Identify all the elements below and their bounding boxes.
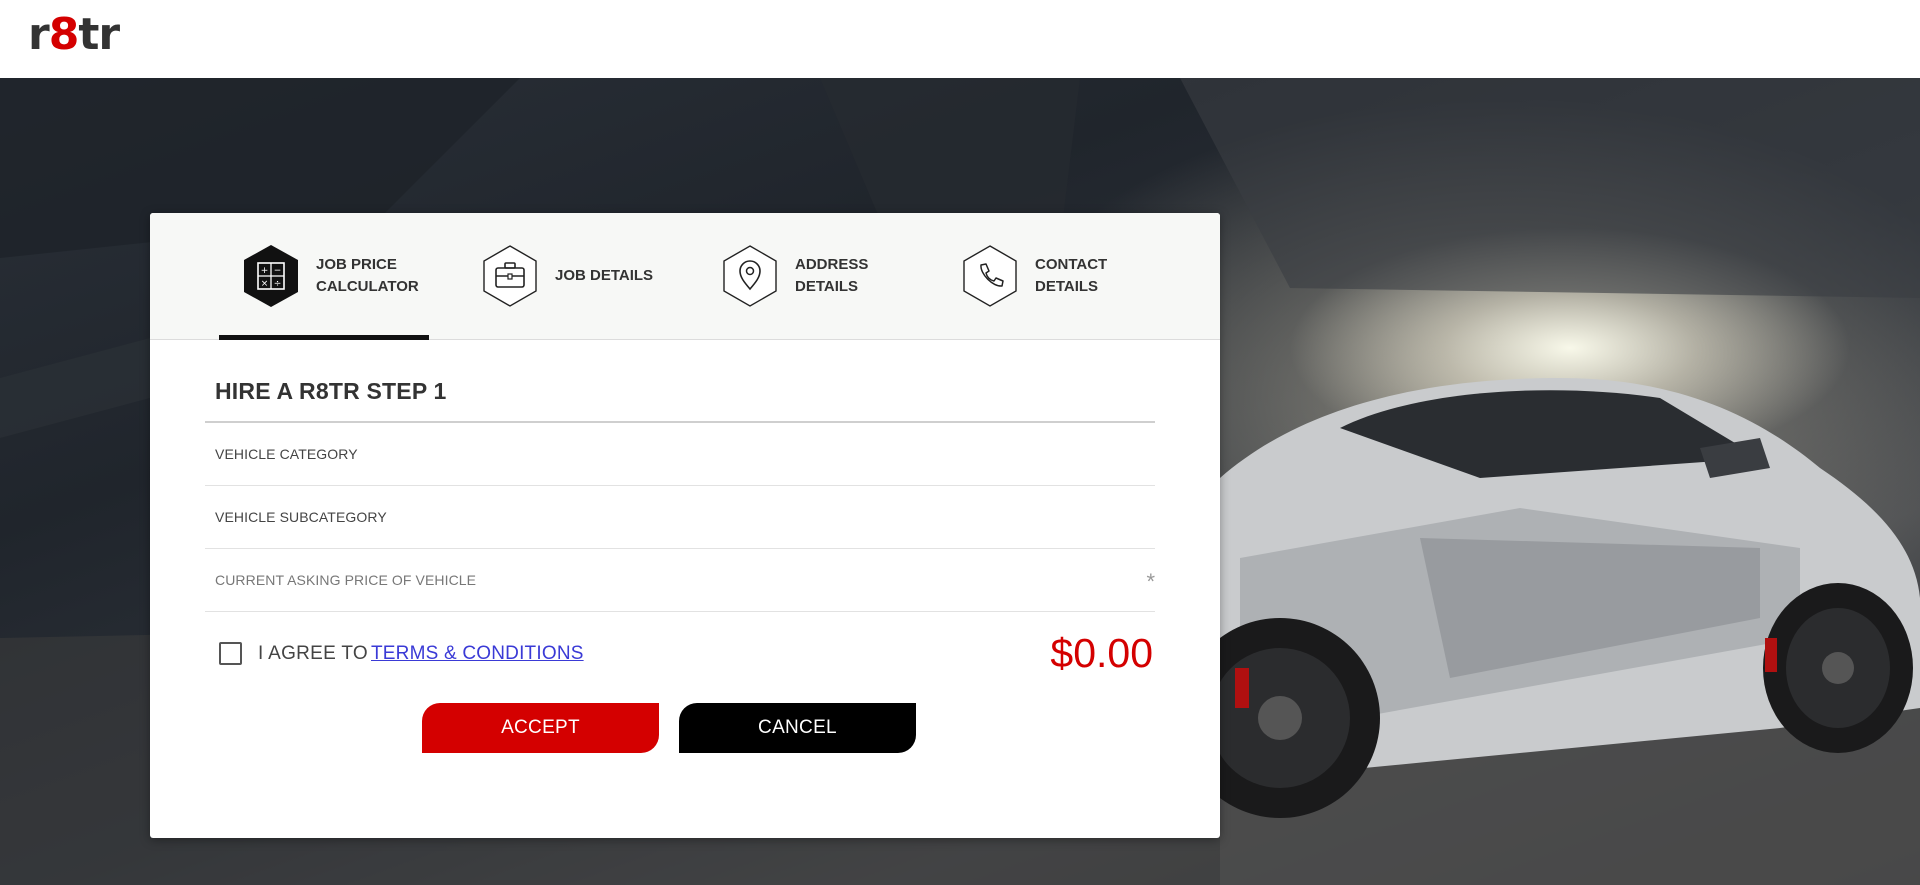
- logo-tr: tr: [78, 9, 120, 60]
- step-tabs: + − × ÷ JOB PRICE CALCULATOR JOB DETAILS…: [150, 213, 1220, 340]
- vehicle-category-select[interactable]: VEHICLE CATEGORY: [205, 423, 1155, 486]
- agree-text: I AGREE TO: [258, 643, 369, 664]
- asking-price-placeholder: CURRENT ASKING PRICE OF VEHICLE: [215, 572, 477, 588]
- top-bar: r 8 tr: [0, 0, 1920, 78]
- map-pin-icon: [717, 243, 783, 309]
- required-asterisk: *: [1146, 569, 1155, 594]
- asking-price-input[interactable]: CURRENT ASKING PRICE OF VEHICLE *: [205, 549, 1155, 612]
- agree-terms-checkbox[interactable]: [219, 642, 242, 665]
- tab-label: JOB PRICE CALCULATOR: [316, 256, 419, 295]
- svg-text:−: −: [274, 266, 282, 276]
- hire-form-card: + − × ÷ JOB PRICE CALCULATOR JOB DETAILS…: [150, 213, 1220, 838]
- phone-icon: [957, 243, 1023, 309]
- tab-label: ADDRESS DETAILS: [795, 256, 869, 295]
- terms-agreement-row: I AGREE TO TERMS & CONDITIONS $0.00: [205, 612, 1155, 694]
- tab-label: CONTACT DETAILS: [1035, 256, 1108, 295]
- svg-text:×: ×: [261, 279, 269, 289]
- briefcase-icon: [477, 243, 543, 309]
- calculator-icon: + − × ÷: [238, 243, 304, 309]
- form-title: HIRE A R8TR STEP 1: [205, 340, 1155, 423]
- cancel-button[interactable]: CANCEL: [679, 703, 916, 753]
- tab-job-price-calculator[interactable]: + − × ÷ JOB PRICE CALCULATOR: [238, 243, 426, 309]
- accept-button[interactable]: ACCEPT: [422, 703, 659, 753]
- tab-job-details[interactable]: JOB DETAILS: [477, 243, 665, 309]
- total-price: $0.00: [1050, 630, 1153, 676]
- tab-contact-details[interactable]: CONTACT DETAILS: [957, 243, 1145, 309]
- svg-text:÷: ÷: [274, 279, 282, 289]
- vehicle-subcategory-select[interactable]: VEHICLE SUBCATEGORY: [205, 486, 1155, 549]
- logo-8: 8: [48, 9, 80, 60]
- logo-r: r: [28, 9, 50, 60]
- terms-conditions-link[interactable]: TERMS & CONDITIONS: [371, 643, 584, 665]
- vehicle-subcategory-label: VEHICLE SUBCATEGORY: [215, 509, 387, 525]
- step-1-form: HIRE A R8TR STEP 1 VEHICLE CATEGORY VEHI…: [205, 340, 1155, 694]
- svg-text:+: +: [261, 266, 269, 276]
- tab-address-details[interactable]: ADDRESS DETAILS: [717, 243, 905, 309]
- r8tr-logo[interactable]: r 8 tr: [28, 9, 120, 60]
- vehicle-category-label: VEHICLE CATEGORY: [215, 446, 358, 462]
- tab-label: JOB DETAILS: [555, 267, 654, 284]
